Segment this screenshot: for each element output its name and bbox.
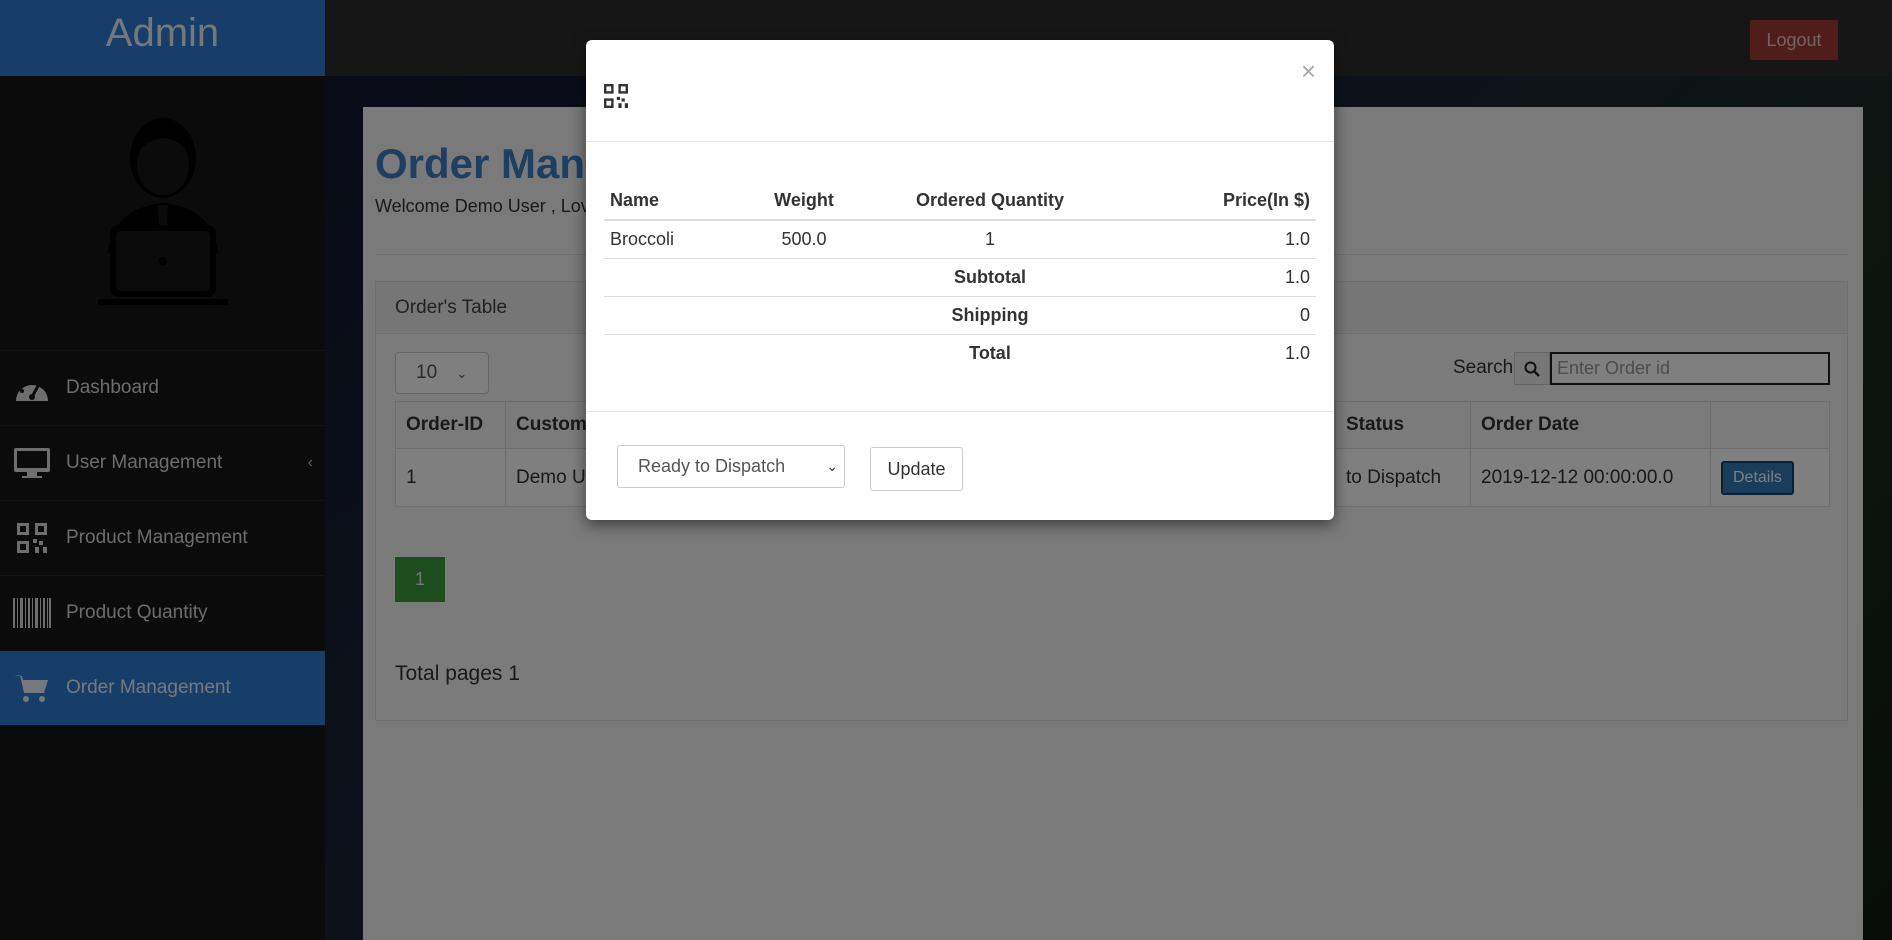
qrcode-icon — [604, 84, 628, 113]
item-quantity: 1 — [864, 219, 1116, 258]
order-items-table: Name Weight Ordered Quantity Price(In $)… — [604, 182, 1316, 372]
table-row: Broccoli 500.0 1 1.0 — [604, 219, 1316, 258]
column-header: Name — [604, 182, 744, 221]
status-select[interactable]: Ready to Dispatch ⌄ — [617, 445, 845, 488]
update-button[interactable]: Update — [870, 447, 963, 491]
column-header: Ordered Quantity — [864, 182, 1116, 221]
shipping-label: Shipping — [864, 295, 1116, 334]
chevron-down-icon: ⌄ — [826, 458, 838, 474]
modal-header: × — [586, 40, 1334, 142]
modal-footer: Ready to Dispatch ⌄ Update — [586, 412, 1334, 520]
column-header: Weight — [744, 182, 864, 221]
item-weight: 500.0 — [744, 219, 864, 258]
shipping-row: Shipping 0 — [604, 295, 1316, 334]
items-header-row: Name Weight Ordered Quantity Price(In $) — [604, 182, 1316, 221]
close-icon[interactable]: × — [1301, 56, 1316, 87]
total-row: Total 1.0 — [604, 333, 1316, 372]
subtotal-row: Subtotal 1.0 — [604, 257, 1316, 296]
item-price: 1.0 — [1116, 219, 1316, 258]
order-details-modal: × Name Weight Ordered Quantity Price(In … — [586, 40, 1334, 520]
shipping-value: 0 — [1116, 295, 1316, 334]
column-header: Price(In $) — [1116, 182, 1316, 221]
item-name: Broccoli — [604, 219, 744, 258]
total-value: 1.0 — [1116, 333, 1316, 372]
total-label: Total — [864, 333, 1116, 372]
modal-body: Name Weight Ordered Quantity Price(In $)… — [586, 142, 1334, 412]
subtotal-label: Subtotal — [864, 257, 1116, 296]
subtotal-value: 1.0 — [1116, 257, 1316, 296]
